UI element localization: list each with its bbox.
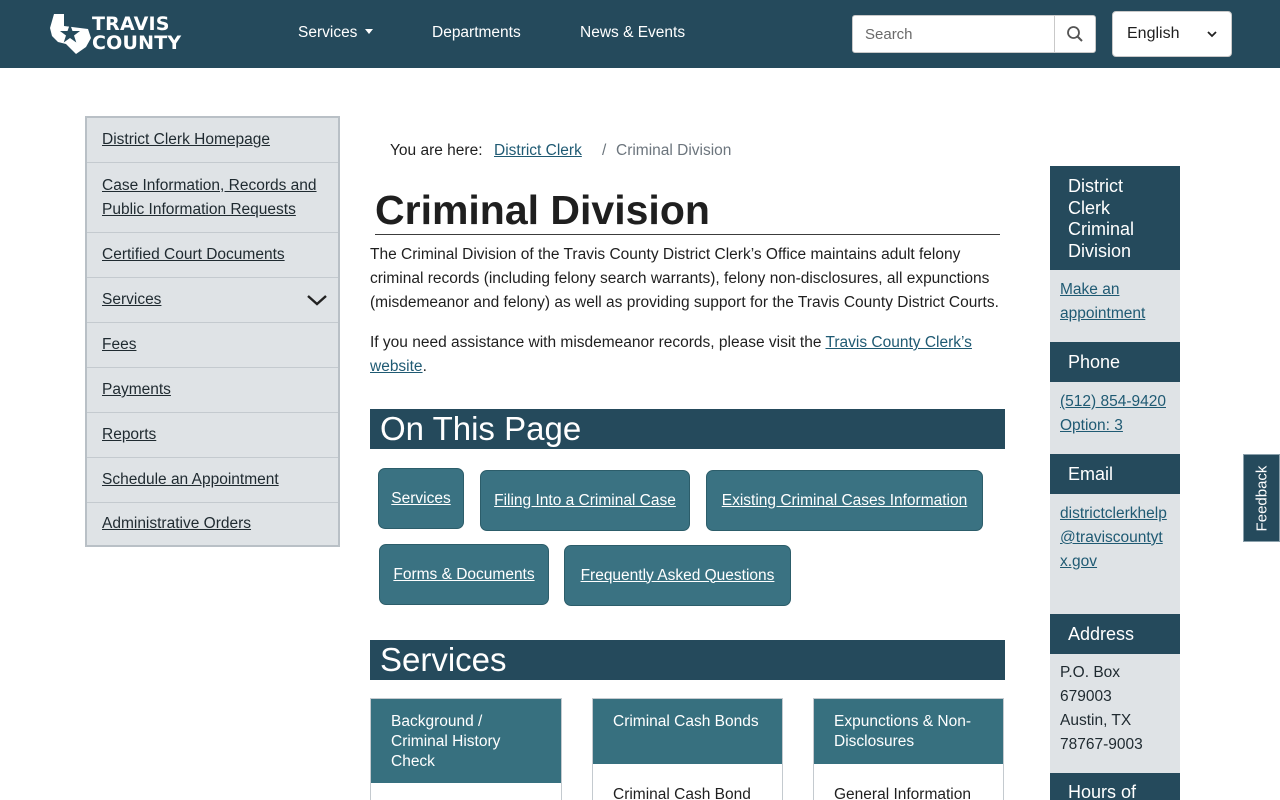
- sidebar-nav: District Clerk Homepage Case Information…: [85, 116, 340, 547]
- sidebar-item-services[interactable]: Services: [87, 278, 338, 323]
- chip-existing-cases[interactable]: Existing Criminal Cases Information: [706, 470, 983, 531]
- sidebar-item-reports[interactable]: Reports: [87, 413, 338, 458]
- assist-end: .: [422, 358, 427, 375]
- hours-heading: Hours of: [1050, 773, 1180, 800]
- breadcrumb-link-district-clerk[interactable]: District Clerk: [494, 142, 582, 160]
- service-card-expunctions[interactable]: Expunctions & Non-Disclosures General In…: [813, 698, 1004, 800]
- site-header: TRAVIS COUNTY Services Departments News …: [0, 0, 1280, 68]
- search-icon: [1067, 26, 1083, 42]
- address-line: Austin, TX: [1060, 712, 1132, 729]
- address-line: P.O. Box: [1060, 664, 1121, 681]
- service-card-background-check[interactable]: Background / Criminal History Check: [370, 698, 562, 800]
- sidebar-item-administrative-orders[interactable]: Administrative Orders: [87, 503, 338, 545]
- chip-filing-criminal-case[interactable]: Filing Into a Criminal Case: [480, 470, 690, 531]
- chevron-down-icon: [1207, 30, 1217, 37]
- assist-paragraph: If you need assistance with misdemeanor …: [370, 331, 990, 379]
- on-this-page-heading: On This Page: [370, 409, 1005, 449]
- division-title: District Clerk Criminal Division: [1050, 166, 1180, 270]
- nav-services-label: Services: [298, 24, 358, 41]
- card-body: [371, 783, 561, 799]
- feedback-label: Feedback: [1253, 465, 1270, 531]
- logo-line-2: COUNTY: [92, 32, 182, 54]
- search-button[interactable]: [1054, 15, 1096, 53]
- nav-services[interactable]: Services: [298, 24, 374, 42]
- nav-news-events[interactable]: News & Events: [580, 24, 685, 42]
- card-title[interactable]: Criminal Cash Bonds: [593, 699, 782, 764]
- service-card-cash-bonds[interactable]: Criminal Cash Bonds Criminal Cash Bond: [592, 698, 783, 800]
- language-selected-value: English: [1127, 25, 1180, 42]
- address-line: 679003: [1060, 688, 1112, 705]
- texas-star-icon: [50, 14, 91, 54]
- page-title: Criminal Division: [375, 186, 1000, 235]
- card-body[interactable]: General Information: [814, 764, 1003, 800]
- sidebar-item-schedule[interactable]: Schedule an Appointment: [87, 458, 338, 503]
- assist-text: If you need assistance with misdemeanor …: [370, 334, 826, 351]
- sidebar-link-reports[interactable]: Reports: [102, 423, 156, 447]
- sidebar-link-administrative-orders[interactable]: Administrative Orders: [102, 512, 251, 536]
- chip-faq[interactable]: Frequently Asked Questions: [564, 545, 791, 606]
- address-block: P.O. Box 679003 Austin, TX 78767-9003: [1050, 654, 1180, 773]
- sidebar-item-homepage[interactable]: District Clerk Homepage: [87, 118, 338, 163]
- sidebar-link-case-information[interactable]: Case Information, Records and Public Inf…: [102, 174, 323, 222]
- breadcrumb-separator: /: [602, 142, 607, 159]
- chip-services[interactable]: Services: [378, 468, 464, 529]
- language-select[interactable]: English: [1112, 11, 1232, 57]
- services-heading: Services: [370, 640, 1005, 680]
- sidebar-item-certified-documents[interactable]: Certified Court Documents: [87, 233, 338, 278]
- card-body[interactable]: Criminal Cash Bond: [593, 764, 782, 800]
- logo-wordmark: TRAVIS COUNTY: [92, 15, 181, 53]
- intro-paragraph: The Criminal Division of the Travis Coun…: [370, 246, 999, 311]
- card-title[interactable]: Expunctions & Non-Disclosures: [814, 699, 1003, 764]
- sidebar-link-services[interactable]: Services: [102, 288, 161, 312]
- email-block: districtclerkhelp@traviscountytx.gov: [1050, 494, 1180, 614]
- sidebar-link-certified-documents[interactable]: Certified Court Documents: [102, 243, 285, 267]
- nav-departments[interactable]: Departments: [432, 24, 521, 42]
- sidebar-link-schedule[interactable]: Schedule an Appointment: [102, 468, 279, 492]
- sidebar-item-payments[interactable]: Payments: [87, 368, 338, 413]
- email-link[interactable]: districtclerkhelp@traviscountytx.gov: [1060, 505, 1167, 570]
- sidebar-link-homepage[interactable]: District Clerk Homepage: [102, 128, 270, 152]
- phone-link[interactable]: (512) 854-9420: [1060, 393, 1166, 410]
- address-heading: Address: [1050, 614, 1180, 654]
- feedback-tab[interactable]: Feedback: [1243, 454, 1280, 542]
- sidebar-item-fees[interactable]: Fees: [87, 323, 338, 368]
- caret-down-icon: [365, 29, 374, 35]
- phone-option-link[interactable]: Option: 3: [1060, 417, 1123, 434]
- search-input[interactable]: [852, 15, 1055, 53]
- chevron-down-icon[interactable]: [306, 291, 328, 309]
- phone-block: (512) 854-9420 Option: 3: [1050, 382, 1180, 454]
- breadcrumb-current: Criminal Division: [616, 142, 732, 159]
- address-line: 78767-9003: [1060, 736, 1143, 753]
- make-appointment-link[interactable]: Make an appointment: [1060, 281, 1145, 322]
- sidebar-link-payments[interactable]: Payments: [102, 378, 171, 402]
- chip-forms-documents[interactable]: Forms & Documents: [379, 544, 549, 605]
- breadcrumb-prefix: You are here:: [390, 142, 483, 159]
- appointment-block: Make an appointment: [1050, 270, 1180, 342]
- sidebar-link-fees[interactable]: Fees: [102, 333, 136, 357]
- email-heading: Email: [1050, 454, 1180, 494]
- sidebar-item-case-information[interactable]: Case Information, Records and Public Inf…: [87, 163, 338, 233]
- phone-heading: Phone: [1050, 342, 1180, 382]
- travis-county-logo[interactable]: TRAVIS COUNTY: [48, 12, 183, 56]
- card-title[interactable]: Background / Criminal History Check: [371, 699, 561, 783]
